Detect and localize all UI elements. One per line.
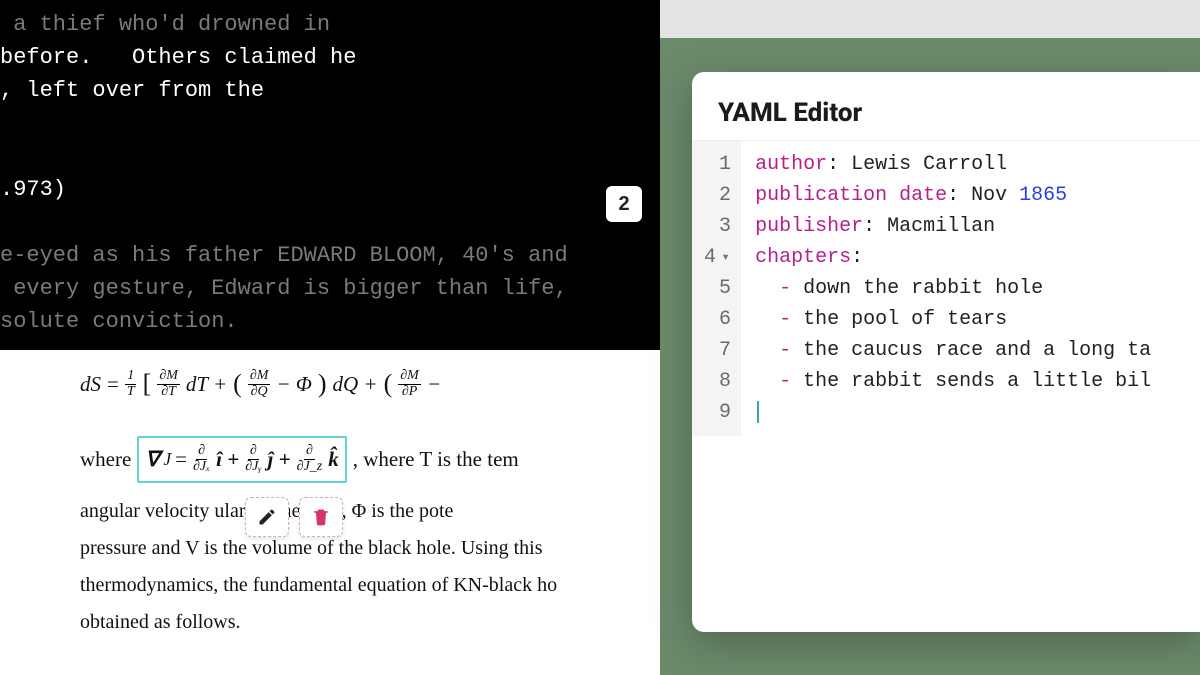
yaml-line[interactable]: author: Lewis Carroll (755, 149, 1151, 180)
selected-equation[interactable]: ∇J = ∂∂Jₓ î + ∂∂Jᵧ ĵ + ∂∂J_z k̂ (137, 436, 346, 483)
terminal-line (0, 140, 660, 173)
yaml-line[interactable]: chapters: (755, 242, 1151, 273)
line-number: 8 (704, 366, 731, 397)
line-number: 2 (704, 180, 731, 211)
yaml-editor-title: YAML Editor (692, 72, 1200, 140)
selection-toolbar (245, 497, 343, 537)
line-number: 9 (704, 397, 731, 428)
yaml-line[interactable]: - the pool of tears (755, 304, 1151, 335)
terminal-line: every gesture, Edward is bigger than lif… (0, 272, 660, 305)
terminal-line (0, 107, 660, 140)
paragraph-line: thermodynamics, the fundamental equation… (80, 567, 640, 604)
yaml-line[interactable]: - the rabbit sends a little bil (755, 366, 1151, 397)
terminal-pane: a thief who'd drowned inbefore. Others c… (0, 0, 660, 350)
delete-button[interactable] (299, 497, 343, 537)
edit-button[interactable] (245, 497, 289, 537)
line-number: 1 (704, 149, 731, 180)
terminal-line: .973) (0, 173, 660, 206)
equation-nabla-row: where ∇J = ∂∂Jₓ î + ∂∂Jᵧ ĵ + ∂∂J_z k̂ , … (80, 436, 640, 483)
equation-dS: dS = 1T [ ∂M∂T dT + ( ∂M∂Q − Φ ) dQ + ( … (80, 360, 640, 408)
terminal-line: , left over from the (0, 74, 660, 107)
line-number: 3 (704, 211, 731, 242)
yaml-line[interactable]: - down the rabbit hole (755, 273, 1151, 304)
yaml-code[interactable]: author: Lewis Carrollpublication date: N… (741, 141, 1151, 436)
yaml-editor-panel: YAML Editor 123456789 author: Lewis Carr… (692, 72, 1200, 632)
line-number: 7 (704, 335, 731, 366)
yaml-line[interactable]: publisher: Macmillan (755, 211, 1151, 242)
paragraph-line: obtained as follows. (80, 604, 640, 641)
paragraph-line: pressure and V is the volume of the blac… (80, 530, 640, 567)
line-number: 5 (704, 273, 731, 304)
terminal-line: solute conviction. (0, 305, 660, 338)
terminal-line: a thief who'd drowned in (0, 8, 660, 41)
yaml-gutter: 123456789 (692, 141, 741, 436)
yaml-line[interactable]: publication date: Nov 1865 (755, 180, 1151, 211)
yaml-line[interactable]: - the caucus race and a long ta (755, 335, 1151, 366)
terminal-line: before. Others claimed he (0, 41, 660, 74)
pencil-icon (257, 507, 277, 527)
text-cursor (757, 401, 759, 423)
paragraph-line: angular velocity ular momentum, Φ is the… (80, 493, 640, 530)
line-number: 6 (704, 304, 731, 335)
line-number: 4 (704, 242, 731, 273)
terminal-line: e-eyed as his father EDWARD BLOOM, 40's … (0, 239, 660, 272)
count-badge-value: 2 (618, 193, 629, 216)
count-badge: 2 (606, 186, 642, 222)
terminal-line (0, 206, 660, 239)
trash-icon (311, 507, 331, 527)
yaml-line[interactable] (755, 397, 1151, 428)
